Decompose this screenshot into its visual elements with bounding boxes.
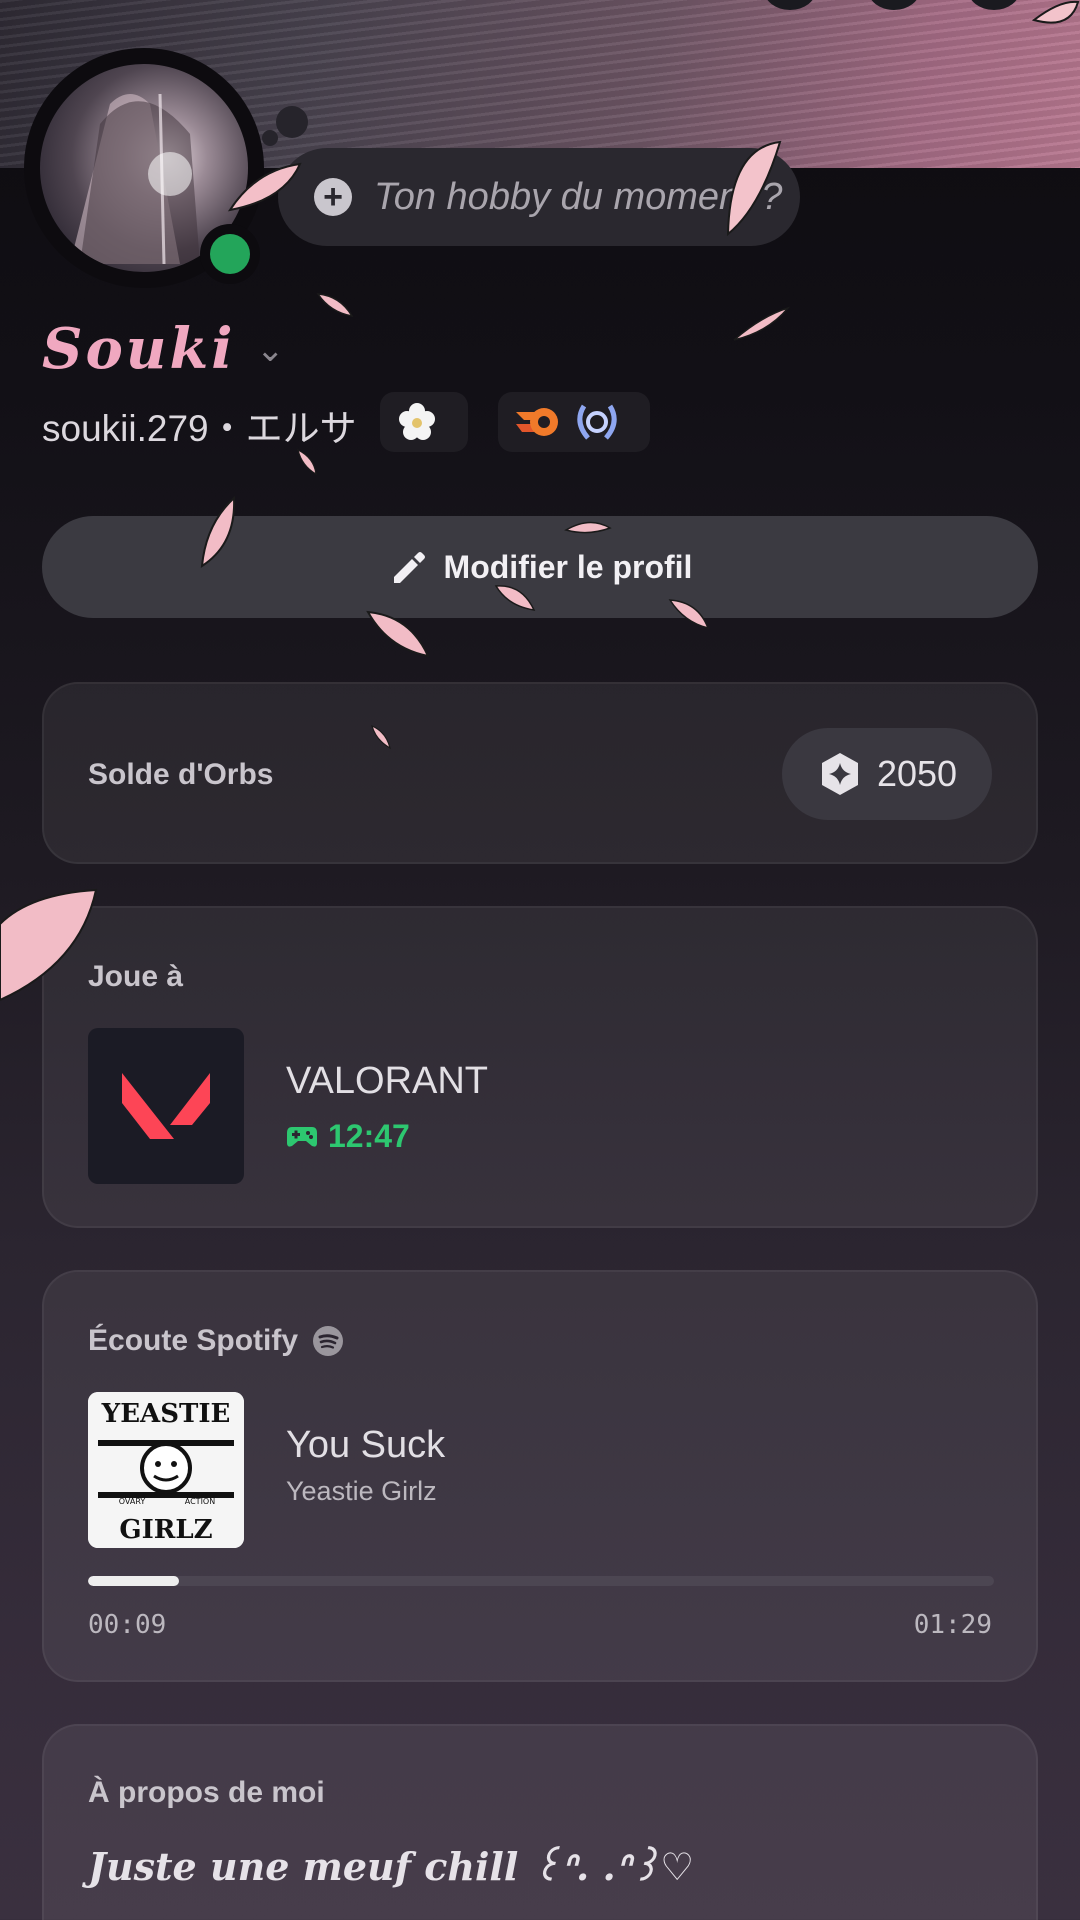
orb-badge-icon — [516, 408, 558, 436]
album-text-bottom: GIRLZ — [119, 1515, 212, 1545]
game-label: Joue à — [88, 960, 184, 993]
track-progress-bar[interactable] — [88, 1576, 994, 1586]
display-name: Souki — [42, 316, 236, 382]
banner-button[interactable] — [868, 0, 920, 10]
valorant-logo-icon — [88, 1028, 244, 1184]
badge-group[interactable] — [380, 392, 468, 452]
about-me-label: À propos de moi — [88, 1776, 325, 1809]
game-name: VALORANT — [286, 1060, 489, 1102]
track-title: You Suck — [286, 1424, 446, 1466]
spotify-activity-card[interactable]: Écoute Spotify YEASTIE OVARY ACTION GIRL… — [42, 1270, 1038, 1682]
album-text-middle-right: ACTION — [185, 1497, 215, 1506]
petal-decoration — [1031, 0, 1080, 24]
petal-decoration — [200, 495, 236, 568]
petal-decoration — [316, 293, 354, 318]
gamepad-icon — [287, 1126, 317, 1147]
bubble-dot — [262, 130, 278, 146]
laurel-badge-icon — [577, 404, 617, 440]
petal-decoration — [0, 888, 98, 1002]
track-progress-fill — [88, 1576, 179, 1586]
about-me-text: Juste une meuf chill ꒰ᐢ. .ᐢ꒱♡ — [88, 1844, 695, 1889]
game-elapsed-time: 12:47 — [328, 1118, 410, 1154]
album-cover[interactable]: YEASTIE OVARY ACTION GIRLZ — [88, 1392, 244, 1548]
petal-decoration — [297, 448, 317, 476]
spotify-label: Écoute Spotify — [88, 1324, 344, 1358]
petal-decoration — [733, 306, 791, 341]
about-me-card: À propos de moi Juste une meuf chill ꒰ᐢ.… — [42, 1724, 1038, 1920]
orbs-card: Solde d'Orbs 2050 — [42, 682, 1038, 864]
petal-decoration — [494, 585, 536, 611]
album-text-middle-left: OVARY — [119, 1497, 146, 1506]
track-artist: Yeastie Girlz — [286, 1476, 437, 1506]
banner-button[interactable] — [764, 0, 816, 10]
chevron-down-icon[interactable]: ⌄ — [256, 330, 285, 370]
petal-decoration — [726, 140, 782, 237]
edit-profile-label: Modifier le profil — [443, 548, 693, 585]
spotify-label-text: Écoute Spotify — [88, 1324, 299, 1357]
flower-badge-icon — [399, 403, 435, 440]
spotify-icon — [313, 1326, 344, 1356]
orb-icon — [821, 753, 858, 795]
track-elapsed: 00:09 — [88, 1610, 167, 1640]
game-activity-card[interactable]: Joue à VALORANT 12:47 — [42, 906, 1038, 1228]
pencil-icon — [393, 552, 425, 583]
online-status-icon — [210, 234, 250, 274]
petal-decoration — [371, 724, 391, 750]
orbs-balance-pill[interactable]: 2050 — [782, 728, 992, 820]
petal-decoration — [366, 610, 430, 658]
bubble-dot — [276, 106, 308, 138]
album-text-top: YEASTIE — [101, 1399, 231, 1429]
banner-button[interactable] — [968, 0, 1020, 10]
petal-decoration — [564, 521, 612, 534]
username: soukii.279・エルサ — [42, 408, 357, 449]
badge-group[interactable] — [498, 392, 650, 452]
petal-decoration — [227, 162, 302, 212]
edit-profile-button[interactable]: Modifier le profil — [42, 516, 1038, 618]
orbs-label: Solde d'Orbs — [88, 758, 274, 791]
plus-icon: + — [314, 178, 352, 216]
petal-decoration — [668, 599, 710, 630]
track-duration: 01:29 — [913, 1610, 992, 1640]
game-elapsed: 12:47 — [286, 1118, 410, 1155]
orbs-balance: 2050 — [876, 753, 958, 794]
